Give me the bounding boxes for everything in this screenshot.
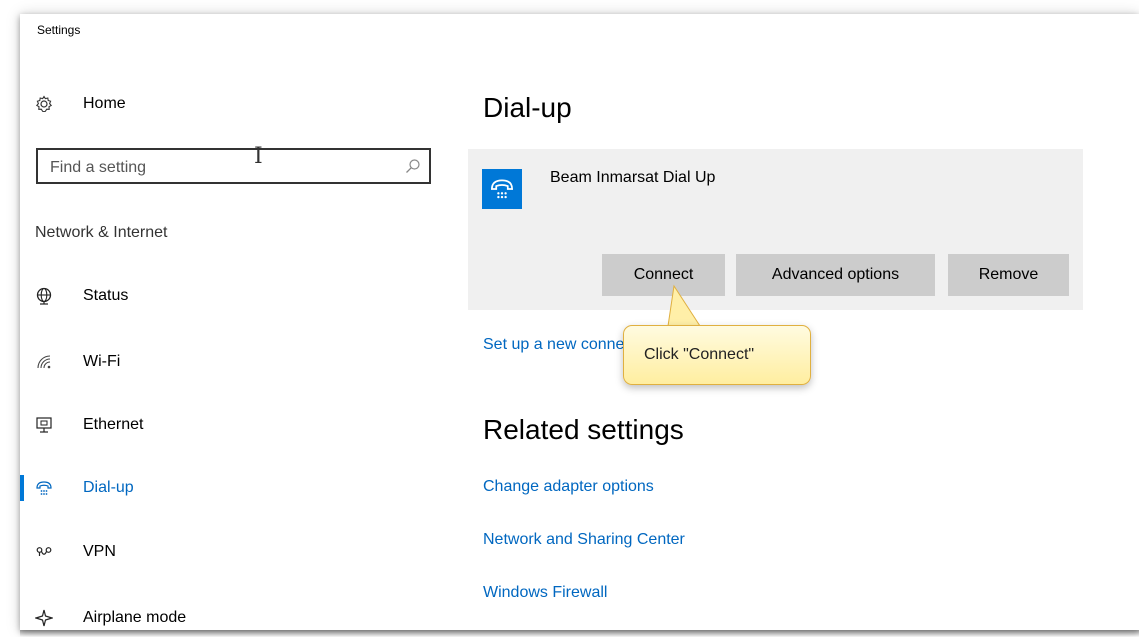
selection-indicator [20,475,24,501]
globe-icon [33,285,55,307]
search-box[interactable] [36,148,431,184]
windows-firewall-link[interactable]: Windows Firewall [483,584,607,602]
sidebar-item-label: Dial-up [83,479,134,496]
search-input[interactable] [48,156,382,180]
dialup-connection-icon [482,169,522,209]
sidebar: Home I Network & Internet Status Wi-Fi [20,14,460,630]
sidebar-item-status[interactable]: Status [20,276,460,316]
page-title: Dial-up [483,92,572,123]
section-label: Network & Internet [35,224,168,241]
gear-icon [33,93,55,115]
remove-button[interactable]: Remove [948,254,1069,296]
window-shadow [20,630,1139,637]
home-label: Home [83,95,126,112]
sidebar-item-label: Status [83,287,129,304]
network-sharing-center-link[interactable]: Network and Sharing Center [483,531,685,549]
sidebar-item-vpn[interactable]: VPN [20,532,460,572]
settings-window: Settings Home I Network & Internet Statu… [20,14,1139,630]
sidebar-item-label: Ethernet [83,416,144,433]
instruction-callout: Click "Connect" [623,325,811,385]
text-cursor-icon: I [254,144,263,169]
callout-text: Click "Connect" [644,346,755,363]
sidebar-item-airplane[interactable]: Airplane mode [20,598,460,630]
wifi-icon [33,351,55,373]
connection-name: Beam Inmarsat Dial Up [550,169,716,186]
home-nav-item[interactable]: Home [20,84,460,124]
sidebar-item-ethernet[interactable]: Ethernet [20,405,460,445]
connection-item[interactable]: Beam Inmarsat Dial Up Connect Advanced o… [468,149,1083,310]
change-adapter-options-link[interactable]: Change adapter options [483,478,654,496]
advanced-options-button[interactable]: Advanced options [736,254,935,296]
dialup-icon [33,477,55,499]
sidebar-item-label: Airplane mode [83,609,187,626]
airplane-icon [33,607,55,629]
vpn-icon [33,541,55,563]
sidebar-item-label: VPN [83,543,116,560]
sidebar-item-dialup[interactable]: Dial-up [20,468,460,508]
ethernet-icon [33,414,55,436]
related-settings-title: Related settings [483,414,684,445]
search-icon[interactable] [405,158,421,179]
sidebar-item-wifi[interactable]: Wi-Fi [20,342,460,382]
sidebar-item-label: Wi-Fi [83,353,121,370]
